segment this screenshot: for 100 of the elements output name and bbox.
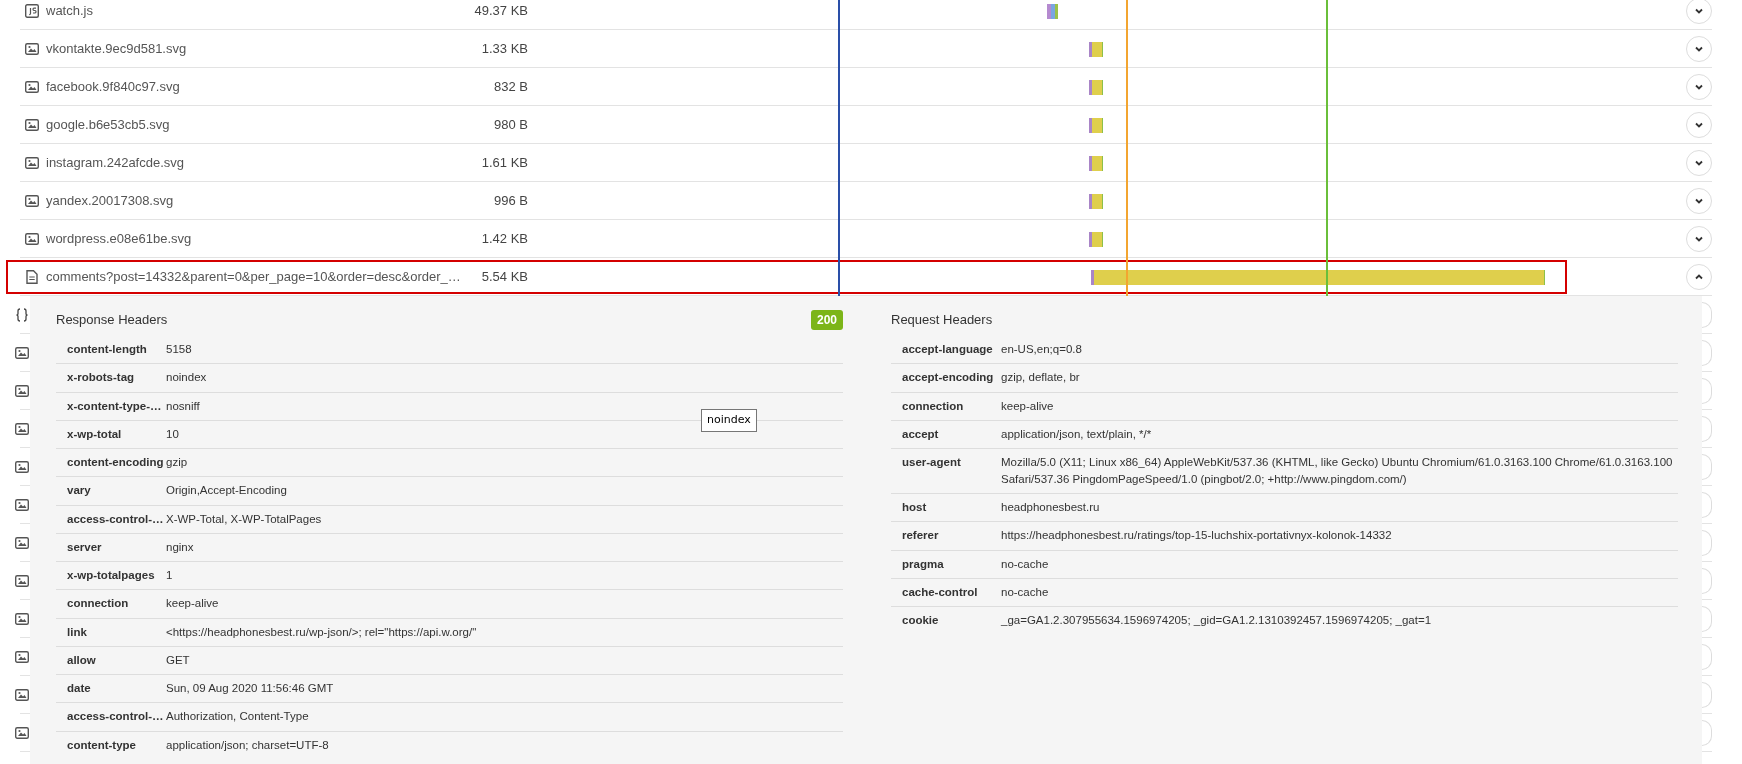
request-row[interactable]: yandex.20017308.svg 996 B (20, 182, 1712, 220)
file-name[interactable]: vkontakte.9ec9d581.svg (46, 38, 466, 59)
image-icon (15, 649, 29, 664)
header-value: headphonesbest.ru (1001, 500, 1100, 515)
header-name: content-length (66, 342, 148, 357)
header-name: cookie (901, 613, 940, 628)
header-name: access-control-… (66, 709, 165, 725)
image-icon (25, 79, 39, 94)
header-name: content-encoding (66, 455, 165, 470)
file-size: 5.54 KB (480, 267, 528, 286)
timing-bar (1089, 232, 1104, 247)
header-value: noindex (166, 370, 207, 386)
file-size: 1.42 KB (480, 229, 528, 248)
image-icon (25, 155, 39, 170)
timing-bar (1089, 80, 1104, 95)
request-row[interactable]: instagram.242afcde.svg 1.61 KB (20, 144, 1712, 182)
image-icon (15, 725, 29, 740)
header-name: x-wp-totalpages (66, 568, 156, 583)
file-name[interactable]: watch.js (46, 0, 466, 21)
header-name: accept (901, 426, 940, 442)
header-name: allow (66, 652, 97, 668)
image-icon (25, 231, 39, 246)
image-icon (15, 573, 29, 588)
image-icon (15, 459, 29, 474)
expand-button[interactable] (1686, 111, 1712, 138)
header-value: nginx (166, 539, 194, 555)
timing-bar (1089, 194, 1104, 209)
image-icon (15, 421, 29, 436)
image-icon (15, 383, 29, 398)
image-icon (25, 117, 39, 132)
header-value: application/json, text/plain, */* (1001, 426, 1152, 442)
expand-button[interactable] (1686, 35, 1712, 62)
file-name[interactable]: comments?post=14332&parent=0&per_page=10&order=desc&order_… (46, 266, 466, 287)
request-row[interactable]: watch.js 49.37 KB (20, 0, 1712, 30)
expand-button[interactable] (1686, 263, 1712, 290)
image-icon (15, 345, 29, 360)
expand-button[interactable] (1686, 225, 1712, 252)
request-row[interactable]: vkontakte.9ec9d581.svg 1.33 KB (20, 30, 1712, 68)
file-size: 49.37 KB (473, 1, 528, 20)
image-icon (15, 687, 29, 702)
tooltip: noindex (701, 409, 757, 432)
header-name: pragma (901, 556, 945, 572)
header-value: no-cache (1001, 584, 1049, 600)
expand-button[interactable] (1686, 187, 1712, 214)
header-value: https://headphonesbest.ru/ratings/top-15-luchshix-portativnyx-kolonok-14332 (1001, 528, 1392, 544)
header-value: _ga=GA1.2.307955634.1596974205; _gid=GA1.2.1310392457.1596974205; _gat=1 (1001, 613, 1432, 628)
header-value: en-US,en;q=0.8 (1001, 342, 1082, 357)
header-value: 1 (166, 568, 173, 583)
file-size: 996 B (493, 191, 528, 210)
file-name[interactable]: instagram.242afcde.svg (46, 152, 466, 173)
file-size: 1.61 KB (480, 153, 528, 172)
file-name[interactable]: wordpress.e08e61be.svg (46, 228, 466, 249)
file-size: 980 B (493, 115, 528, 134)
image-icon (15, 611, 29, 626)
image-icon (25, 41, 39, 56)
section-title: Response Headers (56, 311, 168, 330)
header-value: gzip (166, 455, 188, 470)
timing-bar (1089, 42, 1104, 57)
header-name: x-robots-tag (66, 370, 136, 386)
file-size: 1.33 KB (480, 39, 528, 58)
header-value: no-cache (1001, 556, 1049, 572)
file-name[interactable]: google.b6e53cb5.svg (46, 114, 466, 135)
expand-button[interactable] (1686, 149, 1712, 176)
header-value: Sun, 09 Aug 2020 11:56:46 GMT (166, 681, 334, 696)
header-value: Origin,Accept-Encoding (166, 483, 287, 499)
header-name: x-content-type-… (66, 398, 163, 414)
header-name: x-wp-total (66, 426, 123, 442)
header-value: application/json; charset=UTF-8 (166, 737, 329, 753)
timing-bar (1047, 4, 1059, 19)
script-file-icon (25, 3, 39, 18)
header-name: content-type (66, 737, 137, 753)
header-name: date (66, 681, 92, 696)
header-name: server (66, 539, 103, 555)
header-name: connection (901, 398, 965, 414)
image-icon (15, 497, 29, 512)
timing-bar (1089, 156, 1104, 171)
status-badge: 200 (810, 310, 843, 330)
request-row[interactable]: google.b6e53cb5.svg 980 B (20, 106, 1712, 144)
braces-icon (15, 307, 29, 322)
document-icon (25, 269, 39, 284)
file-name[interactable]: facebook.9f840c97.svg (46, 76, 466, 97)
file-size: 832 B (493, 77, 528, 96)
header-value: X-WP-Total, X-WP-TotalPages (166, 511, 322, 527)
section-title: Request Headers (891, 311, 993, 330)
header-name: referer (901, 528, 940, 544)
header-value: Mozilla/5.0 (X11; Linux x86_64) AppleWebKit/537.36 (KHTML, like Gecko) Ubuntu Chromium/61.0.3163.100 Chrome/61.0.3163.100 Safari/537.36 PingdomPageSpeed/1.0 (pingbot/2.0; +http://www.pingdom.com/) (1001, 455, 1674, 487)
header-name: cache-control (901, 584, 979, 600)
request-row[interactable]: wordpress.e08e61be.svg 1.42 KB (20, 220, 1712, 258)
request-row[interactable]: facebook.9f840c97.svg 832 B (20, 68, 1712, 106)
expand-button[interactable] (1686, 0, 1712, 24)
file-name[interactable]: yandex.20017308.svg (46, 190, 466, 211)
header-name: connection (66, 596, 130, 612)
expand-button[interactable] (1686, 73, 1712, 100)
header-value: keep-alive (1001, 398, 1054, 414)
header-value: nosniff (166, 398, 200, 414)
timing-bar (1089, 118, 1104, 133)
header-name: vary (66, 483, 92, 499)
header-value: Authorization, Content-Type (166, 709, 309, 725)
image-icon (25, 193, 39, 208)
header-name: accept-encoding (901, 370, 995, 386)
